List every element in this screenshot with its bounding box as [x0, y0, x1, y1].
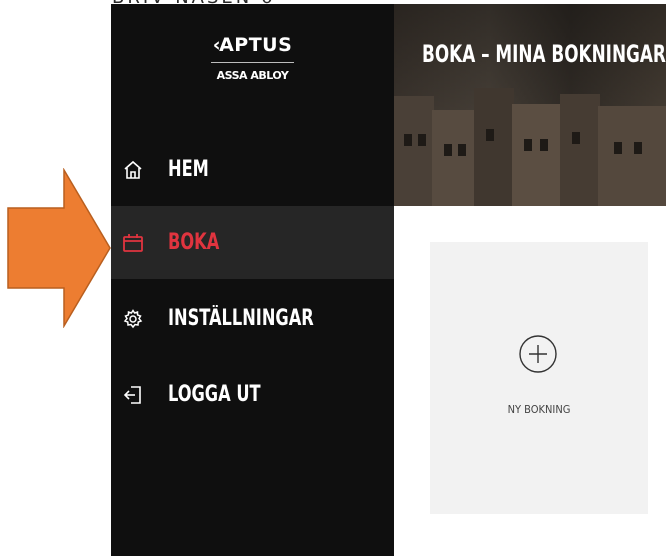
arrow-right-icon — [7, 168, 111, 328]
nav-item-installningar[interactable]: INSTÄLLNINGAR — [111, 282, 394, 355]
nav-item-label: HEM — [168, 157, 209, 182]
logo-sub: ASSA ABLOY — [216, 69, 289, 82]
page-title: BOKA – MINA BOKNINGAR — [422, 40, 666, 68]
header-banner: BOKA – MINA BOKNINGAR — [394, 4, 666, 206]
nav-item-label: LOGGA UT — [168, 382, 261, 407]
plus-circle-icon — [519, 335, 557, 373]
nav-item-label: BOKA — [168, 230, 220, 255]
new-booking-label: NY BOKNING — [507, 403, 571, 416]
nav-item-boka[interactable]: BOKA — [111, 206, 394, 279]
calendar-icon — [122, 232, 144, 254]
sidebar: ‹APTUS ASSA ABLOY HEM BOKA INSTÄLLNINGAR — [111, 4, 394, 556]
gear-icon — [122, 308, 144, 330]
logo-brand: ‹APTUS — [210, 34, 295, 63]
nav-item-label: INSTÄLLNINGAR — [168, 306, 314, 331]
logout-icon — [122, 384, 144, 406]
nav-item-logga-ut[interactable]: LOGGA UT — [111, 358, 394, 431]
new-booking-card[interactable]: NY BOKNING — [430, 242, 648, 514]
home-icon — [122, 159, 144, 181]
nav-item-hem[interactable]: HEM — [111, 133, 394, 206]
logo: ‹APTUS ASSA ABLOY — [111, 34, 394, 82]
